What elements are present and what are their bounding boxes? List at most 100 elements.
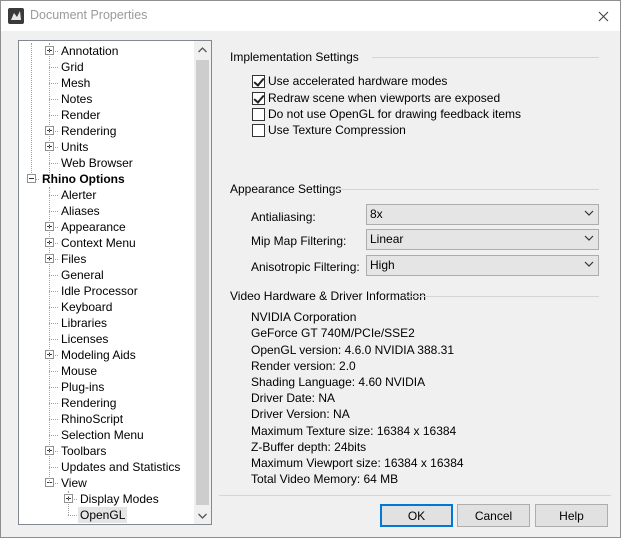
implementation-settings-title: Implementation Settings (230, 50, 359, 64)
tree-item[interactable]: Licenses (19, 331, 195, 347)
tree-item[interactable]: Grid (19, 59, 195, 75)
option-no-opengl-feedback[interactable]: Do not use OpenGL for drawing feedback i… (252, 106, 521, 122)
tree-item-label: Render (61, 108, 101, 122)
mipmap-select[interactable]: Linear (366, 229, 599, 250)
anisotropic-value: High (370, 258, 395, 272)
group-divider (405, 296, 599, 297)
tree-item-label: Modeling Aids (61, 348, 136, 362)
option-accelerated-hardware[interactable]: Use accelerated hardware modes (252, 73, 447, 89)
tree-connector (49, 339, 58, 340)
collapse-icon[interactable] (27, 174, 36, 183)
tree-item[interactable]: RhinoScript (19, 411, 195, 427)
tree-item[interactable]: Alerter (19, 187, 195, 203)
tree-item[interactable]: Context Menu (19, 235, 195, 251)
tree-item[interactable]: Keyboard (19, 299, 195, 315)
tree-item-label: View (61, 476, 87, 490)
settings-tree[interactable]: Annotation Grid Mesh Notes Render Rendering Un… (18, 40, 212, 525)
info-max-texture: Maximum Texture size: 16384 x 16384 (251, 424, 457, 438)
anisotropic-select[interactable]: High (366, 255, 599, 276)
cancel-button[interactable]: Cancel (457, 504, 530, 527)
tree-item[interactable]: Modeling Aids (19, 347, 195, 363)
tree-item[interactable]: Notes (19, 91, 195, 107)
tree-item[interactable]: Rhino Options (19, 171, 195, 187)
option-texture-compression[interactable]: Use Texture Compression (252, 122, 406, 138)
tree-item[interactable]: OpenGL (19, 507, 195, 523)
tree-connector (49, 403, 58, 404)
close-button[interactable] (594, 7, 612, 25)
hardware-info-title: Video Hardware & Driver Information (230, 289, 426, 303)
group-divider (334, 189, 599, 190)
tree-item[interactable]: Plug-ins (19, 379, 195, 395)
tree-item-label: Units (61, 140, 89, 154)
tree-connector (49, 115, 58, 116)
tree-scrollbar[interactable] (194, 41, 211, 524)
info-max-viewport: Maximum Viewport size: 16384 x 16384 (251, 456, 464, 470)
tree-item-label: Alerter (61, 188, 97, 202)
tree-item[interactable]: Mesh (19, 75, 195, 91)
tree-item[interactable]: Render (19, 107, 195, 123)
scroll-up-button[interactable] (194, 41, 211, 58)
tree-item[interactable]: Toolbars (19, 443, 195, 459)
tree-connector (49, 211, 58, 212)
chevron-down-icon (198, 513, 207, 519)
ok-button[interactable]: OK (380, 504, 453, 527)
tree-item[interactable]: General (19, 267, 195, 283)
tree-item-label: Appearance (61, 220, 126, 234)
tree-item-label: Keyboard (61, 300, 113, 314)
chevron-up-icon (198, 46, 207, 52)
tree-connector (68, 515, 77, 516)
tree-item-label: Context Menu (61, 236, 136, 250)
tree-item[interactable]: Selection Menu (19, 427, 195, 443)
tree-connector (49, 387, 58, 388)
checkbox[interactable] (252, 91, 265, 105)
tree-item[interactable]: Mouse (19, 363, 195, 379)
tree-connector (49, 275, 58, 276)
tree-connector (49, 291, 58, 292)
tree-item-label: Toolbars (61, 444, 107, 458)
tree-item[interactable]: Idle Processor (19, 283, 195, 299)
tree-item[interactable]: Files (19, 251, 195, 267)
tree-item-label: Idle Processor (61, 284, 138, 298)
tree-item-label: Mesh (61, 76, 91, 90)
tree-connector (49, 83, 58, 84)
tree-item[interactable]: Aliases (19, 203, 195, 219)
info-vendor: NVIDIA Corporation (251, 310, 357, 324)
tree-list: Annotation Grid Mesh Notes Render Rendering Un… (19, 43, 195, 523)
scroll-down-button[interactable] (194, 507, 211, 524)
tree-item-label: Libraries (61, 316, 108, 330)
help-button[interactable]: Help (535, 504, 608, 527)
tree-connector (49, 307, 58, 308)
tree-item[interactable]: Annotation (19, 43, 195, 59)
tree-item[interactable]: View (19, 475, 195, 491)
tree-item[interactable]: Rendering (19, 395, 195, 411)
tree-item-label: Rhino Options (42, 172, 125, 186)
antialiasing-select[interactable]: 8x (366, 204, 599, 225)
mipmap-label: Mip Map Filtering: (251, 234, 347, 248)
tree-connector (49, 323, 58, 324)
group-divider (372, 57, 599, 58)
tree-item-label: Rendering (61, 396, 117, 410)
info-opengl-version: OpenGL version: 4.6.0 NVIDIA 388.31 (251, 343, 455, 357)
info-render-version: Render version: 2.0 (251, 359, 356, 373)
tree-item[interactable]: Rendering (19, 123, 195, 139)
option-redraw-scene[interactable]: Redraw scene when viewports are exposed (252, 90, 500, 106)
checkbox[interactable] (252, 123, 265, 137)
tree-connector (49, 163, 58, 164)
chevron-down-icon (584, 235, 594, 241)
tree-guide (49, 43, 50, 179)
tree-connector (49, 99, 58, 100)
document-properties-window: Document Properties Annotation Grid Mesh No… (0, 0, 621, 538)
tree-item[interactable]: Updates and Statistics (19, 459, 195, 475)
chevron-down-icon (584, 210, 594, 216)
tree-item[interactable]: Units (19, 139, 195, 155)
scroll-thumb[interactable] (196, 60, 209, 505)
appearance-settings-title: Appearance Settings (230, 182, 342, 196)
tree-item[interactable]: Display Modes (19, 491, 195, 507)
tree-item[interactable]: Web Browser (19, 155, 195, 171)
tree-item-label: Notes (61, 92, 93, 106)
tree-item[interactable]: Libraries (19, 315, 195, 331)
tree-item-label: Display Modes (80, 492, 159, 506)
tree-item[interactable]: Appearance (19, 219, 195, 235)
checkbox[interactable] (252, 74, 265, 88)
checkbox[interactable] (252, 107, 265, 121)
